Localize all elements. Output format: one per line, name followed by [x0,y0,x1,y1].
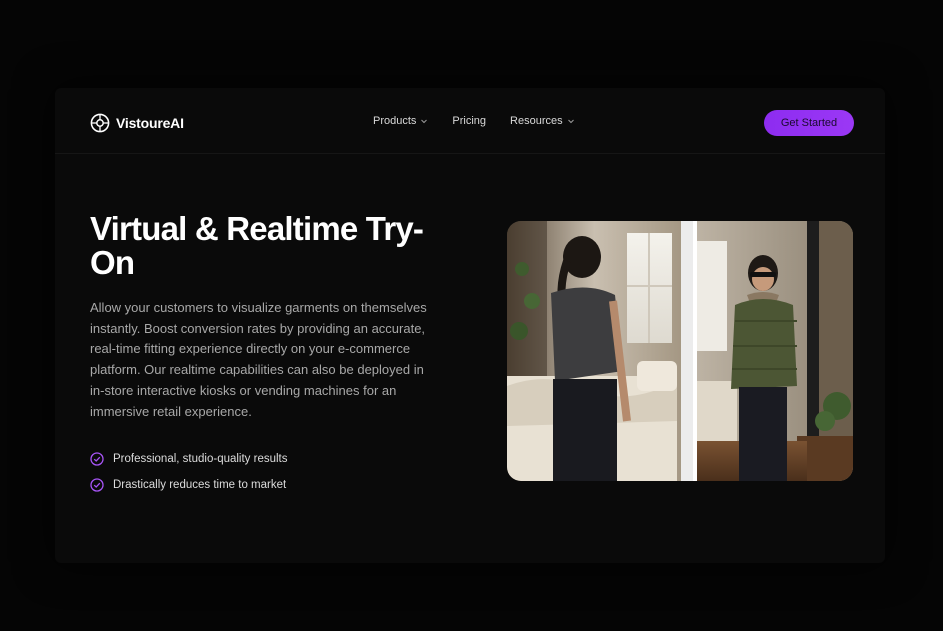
menu-item-pricing[interactable]: Pricing [452,115,486,127]
feature-label: Professional, studio-quality results [113,453,288,465]
aperture-icon [90,113,110,133]
menu-item-label: Products [373,115,417,127]
menu-item-products[interactable]: Products [373,115,428,127]
check-circle-icon [90,478,104,492]
brand[interactable]: VistoureAI [90,112,184,134]
feature-label: Drastically reduces time to market [113,479,287,491]
page-title: Virtual & Realtime Try-On [90,210,424,281]
menu-item-resources[interactable]: Resources [510,115,575,127]
get-started-button[interactable]: Get Started [764,110,854,136]
feature-item: Drastically reduces time to market [90,472,288,498]
mirror-try-on-photo [507,221,853,481]
feature-list: Professional, studio-quality results Dra… [90,446,288,498]
main-menu: Products Pricing Resources [373,115,575,127]
menu-item-label: Pricing [452,115,487,127]
hero-description: Allow your customers to visualize garmen… [90,300,427,419]
brand-name: VistoureAI [116,115,184,131]
chevron-down-icon [567,119,574,124]
navbar: VistoureAI Products Pricing Resources Ge… [55,88,885,154]
menu-item-label: Resources [510,115,563,127]
page-frame: VistoureAI Products Pricing Resources Ge… [55,88,885,563]
check-circle-icon [90,452,104,466]
feature-item: Professional, studio-quality results [90,446,288,472]
chevron-down-icon [421,119,428,124]
